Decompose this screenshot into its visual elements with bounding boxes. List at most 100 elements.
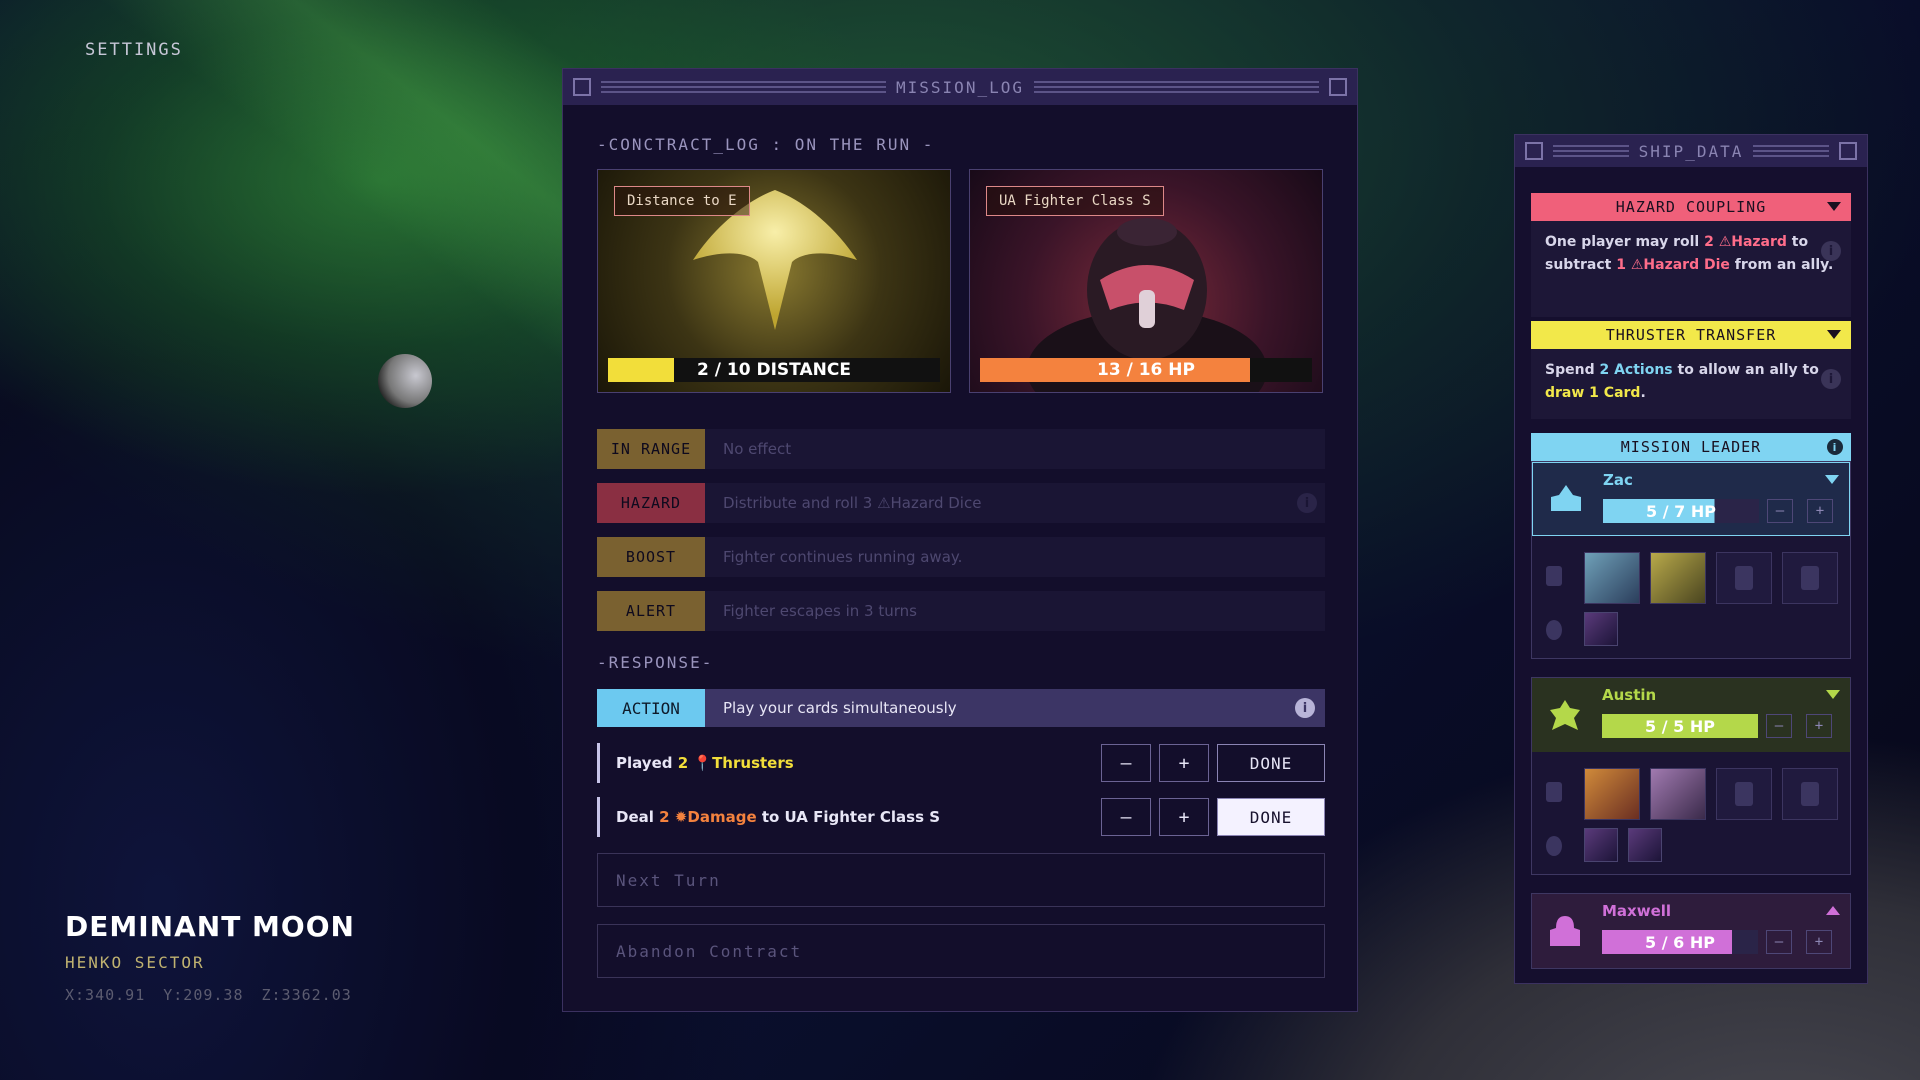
coord-y: Y:209.38 (163, 986, 244, 1004)
pilot-icon (1546, 836, 1562, 856)
mission-leader-info-icon[interactable]: i (1827, 439, 1843, 455)
window-maximize-icon[interactable] (1329, 78, 1347, 96)
status-row-boost: BOOST Fighter continues running away. (597, 537, 1325, 577)
dice-icon (1546, 782, 1562, 802)
ship-avatar-icon (1550, 916, 1580, 946)
distance-bar: 2 / 10 DISTANCE (608, 358, 940, 382)
crew-token[interactable] (1628, 828, 1662, 862)
fighter-card: UA Fighter Class S 13 / 16 HP (969, 169, 1323, 393)
window-corner-icon (573, 78, 591, 96)
ship-avatar-icon (1551, 485, 1581, 511)
thrusters-minus-button[interactable]: – (1101, 744, 1151, 782)
ship-avatar-icon (1550, 700, 1580, 730)
mission-leader-header: MISSION LEADER i (1531, 433, 1851, 461)
hp-minus-button[interactable]: – (1767, 499, 1793, 523)
response-text-damage: Deal 2 ✹Damage to UA Fighter Class S (616, 808, 941, 826)
mission-log-window: MISSION_LOG -CONCTRACT_LOG : ON THE RUN … (562, 68, 1358, 1012)
player-panel-maxwell: Maxwell 5 / 6 HP – + (1531, 893, 1851, 969)
hazard-coupling-header[interactable]: HAZARD COUPLING (1531, 193, 1851, 221)
hp-plus-button[interactable]: + (1806, 714, 1832, 738)
mission-log-titlebar[interactable]: MISSION_LOG (563, 69, 1357, 105)
hazard-coupling-info-icon[interactable]: i (1821, 241, 1841, 261)
collapse-arrow-icon (1827, 202, 1841, 211)
damage-minus-button[interactable]: – (1101, 798, 1151, 836)
mission-leader-title: MISSION LEADER (1620, 438, 1762, 456)
status-row-alert: ALERT Fighter escapes in 3 turns (597, 591, 1325, 631)
collapse-arrow-icon (1827, 330, 1841, 339)
thruster-transfer-header[interactable]: THRUSTER TRANSFER (1531, 321, 1851, 349)
action-label: ACTION (597, 689, 705, 727)
status-text-hazard-value: Distribute and roll 3 ⚠Hazard Dice (723, 494, 982, 512)
response-row-thrusters: Played 2 📍Thrusters – + DONE (597, 743, 1325, 783)
location-info: DEMINANT MOON HENKO SECTOR X:340.91 Y:20… (65, 910, 355, 1004)
dice-slot[interactable] (1782, 552, 1838, 604)
card-slot[interactable] (1650, 768, 1706, 820)
contract-log-label: -CONCTRACT_LOG : ON THE RUN - (597, 135, 935, 154)
window-corner-icon (1525, 142, 1543, 160)
fighter-hp-text: 13 / 16 HP (1097, 360, 1195, 380)
fighter-hp-bar: 13 / 16 HP (980, 358, 1312, 382)
location-coords: X:340.91 Y:209.38 Z:3362.03 (65, 986, 355, 1004)
dice-slot[interactable] (1716, 768, 1772, 820)
card-slot[interactable] (1650, 552, 1706, 604)
player-hp-bar: 5 / 7 HP (1603, 499, 1759, 523)
player-name: Maxwell (1602, 902, 1672, 920)
status-text-in-range: No effect (723, 440, 792, 458)
ship-data-title: SHIP_DATA (1638, 141, 1744, 161)
location-name: DEMINANT MOON (65, 910, 355, 943)
action-row: ACTION Play your cards simultaneously i (597, 689, 1325, 727)
player-name: Zac (1603, 471, 1633, 489)
thrusters-done-button[interactable]: DONE (1217, 744, 1325, 782)
coord-z: Z:3362.03 (261, 986, 352, 1004)
next-turn-button[interactable]: Next Turn (597, 853, 1325, 907)
action-info-icon[interactable]: i (1295, 698, 1315, 718)
player-header-maxwell[interactable]: Maxwell 5 / 6 HP – + (1532, 894, 1850, 968)
status-row-hazard: HAZARD Distribute and roll 3 ⚠Hazard Dic… (597, 483, 1325, 523)
response-row-damage: Deal 2 ✹Damage to UA Fighter Class S – +… (597, 797, 1325, 837)
hp-plus-button[interactable]: + (1807, 499, 1833, 523)
player-hp-bar: 5 / 6 HP (1602, 930, 1758, 954)
status-text-alert: Fighter escapes in 3 turns (723, 602, 917, 620)
player-panel-zac: Zac 5 / 7 HP – + (1531, 461, 1851, 659)
card-slot[interactable] (1584, 552, 1640, 604)
location-sector: HENKO SECTOR (65, 953, 205, 972)
distance-card-tag: Distance to E (614, 186, 750, 216)
distance-card: Distance to E 2 / 10 DISTANCE (597, 169, 951, 393)
status-label-in-range: IN RANGE (597, 429, 705, 469)
ship-data-window: SHIP_DATA HAZARD COUPLING One player may… (1514, 134, 1868, 984)
damage-plus-button[interactable]: + (1159, 798, 1209, 836)
action-text: Play your cards simultaneously (723, 699, 957, 717)
expand-arrow-icon[interactable] (1826, 906, 1840, 915)
distant-moon (378, 354, 432, 408)
settings-button[interactable]: SETTINGS (85, 40, 183, 60)
pilot-icon (1546, 620, 1562, 640)
player-header-zac[interactable]: Zac 5 / 7 HP – + (1532, 462, 1850, 536)
hazard-coupling-title: HAZARD COUPLING (1615, 198, 1767, 216)
dice-slot[interactable] (1782, 768, 1838, 820)
hazard-info-icon[interactable]: i (1297, 493, 1317, 513)
thrusters-plus-button[interactable]: + (1159, 744, 1209, 782)
abandon-contract-button[interactable]: Abandon Contract (597, 924, 1325, 978)
player-cards (1532, 752, 1850, 876)
player-name: Austin (1602, 686, 1657, 704)
card-slot[interactable] (1584, 768, 1640, 820)
damage-done-button[interactable]: DONE (1217, 798, 1325, 836)
thruster-transfer-title: THRUSTER TRANSFER (1605, 326, 1777, 344)
hp-minus-button[interactable]: – (1766, 714, 1792, 738)
crew-token[interactable] (1584, 828, 1618, 862)
dice-slot[interactable] (1716, 552, 1772, 604)
status-row-in-range: IN RANGE No effect (597, 429, 1325, 469)
thruster-transfer-info-icon[interactable]: i (1821, 369, 1841, 389)
mission-log-title: MISSION_LOG (896, 77, 1024, 97)
hazard-coupling-body: One player may roll 2 ⚠Hazard to subtrac… (1531, 221, 1851, 317)
collapse-arrow-icon[interactable] (1826, 690, 1840, 699)
dice-icon (1546, 566, 1562, 586)
ship-data-titlebar[interactable]: SHIP_DATA (1515, 135, 1867, 167)
hp-minus-button[interactable]: – (1766, 930, 1792, 954)
player-header-austin[interactable]: Austin 5 / 5 HP – + (1532, 678, 1850, 752)
response-text-thrusters: Played 2 📍Thrusters (616, 754, 794, 772)
hp-plus-button[interactable]: + (1806, 930, 1832, 954)
collapse-arrow-icon[interactable] (1825, 475, 1839, 484)
crew-token[interactable] (1584, 612, 1618, 646)
window-maximize-icon[interactable] (1839, 142, 1858, 160)
